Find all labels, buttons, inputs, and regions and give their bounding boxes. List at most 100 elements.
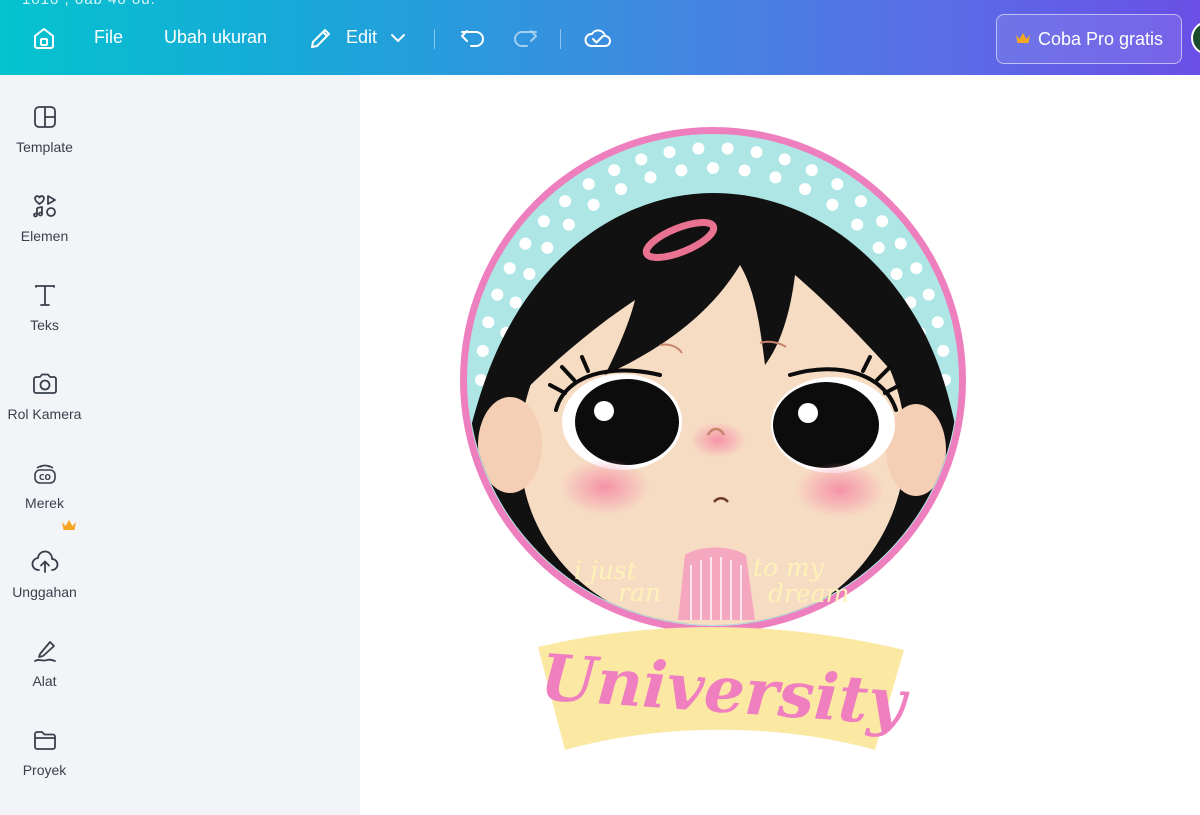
sidebar-item-label: Alat [32, 673, 57, 689]
sidebar-item-label: Template [16, 139, 73, 155]
elements-icon [32, 195, 56, 218]
polka-dot [663, 146, 676, 159]
polka-dot [503, 262, 516, 275]
polka-dot [644, 171, 657, 184]
redo-button[interactable] [511, 0, 539, 75]
polka-dot [831, 178, 844, 191]
polka-dot [519, 237, 532, 250]
try-pro-button[interactable]: Coba Pro gratis [996, 14, 1182, 64]
polka-dot [799, 183, 811, 195]
right-eye-shine [798, 403, 818, 423]
polka-dot [476, 344, 489, 357]
polka-dot [559, 195, 572, 208]
home-button[interactable] [30, 0, 58, 75]
text-icon [34, 285, 55, 306]
polka-dot [922, 288, 935, 301]
sticker-text-line2a: to my [753, 553, 825, 582]
sidebar-item-label: Rol Kamera [7, 406, 82, 422]
avatar[interactable] [1191, 21, 1200, 55]
polka-dot [541, 241, 554, 254]
polka-dot [537, 215, 550, 228]
sidebar-item-brand[interactable]: CO Merek [0, 445, 89, 529]
edit-label: Edit [346, 27, 378, 47]
left-eye-pupil [575, 379, 679, 465]
sidebar: Template Elemen Teks Rol Kamera CO Merek… [0, 75, 360, 815]
upload-icon [31, 550, 58, 573]
sticker-text-line2b: dream [768, 579, 849, 608]
polka-dot [805, 164, 818, 177]
polka-dot [482, 316, 495, 329]
folder-icon [33, 731, 56, 750]
template-icon [33, 106, 56, 128]
crown-icon [62, 520, 76, 530]
polka-dot [509, 296, 522, 309]
polka-dot [562, 218, 575, 231]
brand-icon: CO [33, 464, 56, 484]
left-cheek [560, 459, 650, 515]
sidebar-item-label: Elemen [20, 228, 69, 244]
cloud-check-icon [583, 25, 613, 51]
polka-dot [826, 198, 839, 211]
camera-icon [32, 373, 57, 394]
sticker-artwork[interactable]: i just ran to my dream University [360, 75, 1200, 815]
file-menu[interactable]: File [94, 0, 123, 75]
polka-dot [635, 153, 648, 166]
right-cheek [795, 462, 885, 518]
polka-dot [738, 164, 751, 177]
cloud-save-status[interactable] [583, 0, 613, 75]
tools-icon [33, 641, 56, 662]
undo-button[interactable] [459, 0, 487, 75]
toolbar-divider [434, 29, 435, 49]
top-toolbar: 1o1o , oab 4o ou. File Ubah ukuran Edit [0, 0, 1200, 75]
sidebar-item-camera-roll[interactable]: Rol Kamera [0, 356, 89, 440]
resize-button[interactable]: Ubah ukuran [164, 0, 267, 75]
polka-dot [890, 268, 903, 280]
polka-dot [721, 142, 734, 155]
polka-dot [851, 218, 864, 231]
nose-blush [690, 422, 746, 458]
polka-dot [937, 344, 950, 357]
design-canvas[interactable]: i just ran to my dream University [360, 75, 1200, 815]
pencil-icon [308, 25, 334, 51]
right-eye-pupil [773, 382, 879, 468]
polka-dot [692, 142, 705, 155]
polka-dot [582, 178, 595, 191]
sidebar-item-label: Merek [25, 495, 64, 511]
polka-dot [608, 164, 621, 177]
polka-dot [769, 171, 782, 184]
svg-text:CO: CO [39, 473, 51, 482]
undo-icon [459, 25, 487, 51]
sidebar-item-uploads[interactable]: Unggahan [0, 534, 89, 618]
polka-dot [750, 146, 763, 159]
sticker-text-line1b: ran [618, 578, 661, 607]
polka-dot [854, 195, 867, 208]
polka-dot [894, 237, 907, 250]
polka-dot [876, 215, 889, 228]
home-icon [30, 24, 58, 52]
polka-dot [931, 316, 944, 329]
polka-dot [778, 153, 791, 166]
sidebar-item-label: Teks [30, 317, 59, 333]
sidebar-item-text[interactable]: Teks [0, 267, 89, 351]
body-dress [678, 547, 755, 620]
try-pro-label: Coba Pro gratis [1037, 28, 1164, 49]
sidebar-item-label: Proyek [22, 762, 67, 778]
sidebar-item-label: Unggahan [12, 584, 77, 600]
polka-dot [615, 183, 627, 195]
crown-icon [1015, 29, 1031, 50]
polka-dot [587, 198, 600, 211]
polka-dot [523, 268, 536, 280]
left-eye-shine [594, 401, 614, 421]
polka-dot [707, 162, 719, 174]
sidebar-item-projects[interactable]: Proyek [0, 712, 89, 796]
sidebar-item-elements[interactable]: Elemen [0, 178, 89, 262]
sidebar-item-template[interactable]: Template [0, 89, 89, 173]
sidebar-item-tools[interactable]: Alat [0, 623, 89, 707]
redo-icon [511, 25, 539, 51]
polka-dot [675, 164, 688, 177]
polka-dot [910, 262, 923, 275]
chevron-down-icon [389, 29, 407, 47]
polka-dot [491, 288, 504, 301]
polka-dot [872, 241, 885, 254]
edit-menu[interactable]: Edit [308, 0, 407, 75]
